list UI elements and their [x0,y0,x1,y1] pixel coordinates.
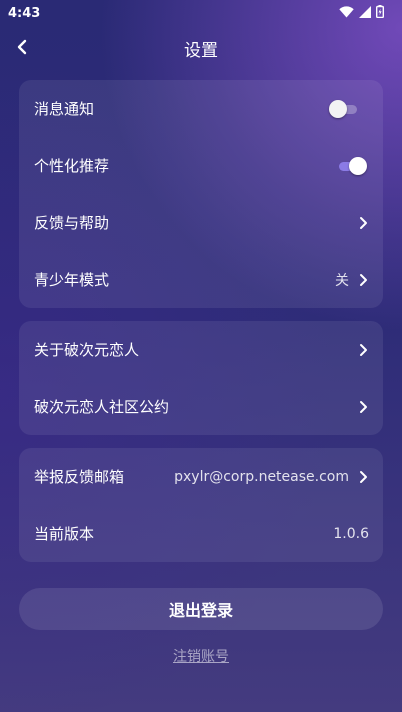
teen-mode-value: 关 [335,272,349,289]
row-label: 个性化推荐 [34,157,110,175]
report-email-value: pxylr@corp.netease.com [174,468,349,485]
status-icons [339,5,384,18]
row-feedback-help[interactable]: 反馈与帮助 [19,194,383,251]
row-teen-mode[interactable]: 青少年模式 关 [19,251,383,308]
logout-button[interactable]: 退出登录 [19,588,383,630]
settings-card-general: 消息通知 个性化推荐 反馈与帮助 青少年模式 关 [19,80,383,308]
chevron-right-icon [359,470,369,484]
chevron-right-icon [359,400,369,414]
version-value: 1.0.6 [333,525,369,542]
chevron-right-icon [359,216,369,230]
status-bar: 4:43 [0,0,402,26]
message-notification-toggle[interactable] [329,99,361,119]
row-label: 当前版本 [34,525,95,543]
row-label: 反馈与帮助 [34,214,110,232]
signal-icon [359,5,371,18]
row-current-version: 当前版本 1.0.6 [19,505,383,562]
wifi-icon [339,5,354,17]
nav-bar: 设置 [0,28,402,66]
chevron-right-icon [359,343,369,357]
row-personalized-recommendation[interactable]: 个性化推荐 [19,137,383,194]
row-message-notification[interactable]: 消息通知 [19,80,383,137]
row-label: 关于破次元恋人 [34,341,140,359]
row-about[interactable]: 关于破次元恋人 [19,321,383,378]
settings-card-about: 关于破次元恋人 破次元恋人社区公约 [19,321,383,435]
row-report-email[interactable]: 举报反馈邮箱 pxylr@corp.netease.com [19,448,383,505]
page-title: 设置 [184,41,218,61]
delete-account-link[interactable]: 注销账号 [0,646,402,666]
row-label: 破次元恋人社区公约 [34,398,170,416]
row-label: 消息通知 [34,100,95,118]
row-community-guidelines[interactable]: 破次元恋人社区公约 [19,378,383,435]
row-label: 举报反馈邮箱 [34,468,125,486]
battery-icon [376,5,384,18]
row-label: 青少年模式 [34,271,110,289]
personalized-recommendation-toggle[interactable] [335,156,367,176]
chevron-right-icon [359,273,369,287]
settings-card-info: 举报反馈邮箱 pxylr@corp.netease.com 当前版本 1.0.6 [19,448,383,562]
status-time: 4:43 [8,6,41,21]
